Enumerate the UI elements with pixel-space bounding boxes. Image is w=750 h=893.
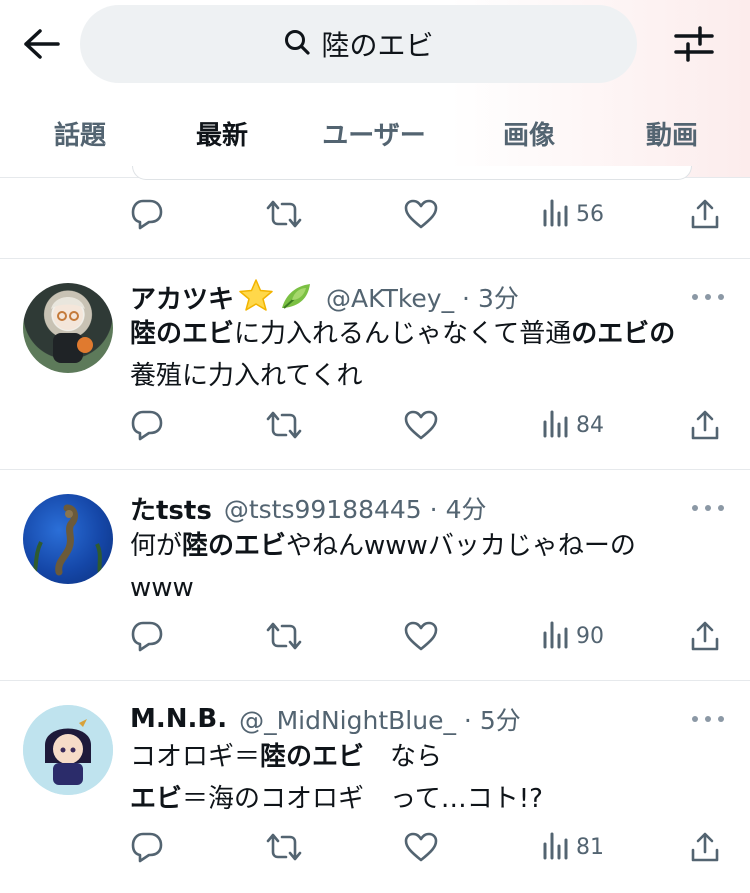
tab-users[interactable]: ユーザー — [284, 100, 464, 166]
search-icon — [283, 28, 311, 60]
share-icon[interactable] — [690, 827, 720, 867]
tweet-handle[interactable]: @AKTkey_ · 3分 — [326, 279, 519, 315]
more-icon[interactable] — [692, 498, 724, 518]
quoted-card-edge — [132, 166, 692, 180]
tweet-text-segment: ＝海のコオロギ って…コト!? — [182, 784, 543, 814]
like-icon[interactable] — [404, 616, 438, 656]
display-name[interactable]: たtsts — [130, 490, 212, 527]
highlight-keyword: エビ — [130, 784, 183, 814]
tweet-text-segment: 何が — [130, 531, 183, 561]
views-button[interactable]: 56 — [542, 194, 604, 234]
tweet-text: 何が陸のエビやねんwwwバッカじゃねーの www — [130, 525, 730, 609]
tweet-text-segment: に力入れるんじゃなくて普通 — [234, 319, 572, 349]
display-name[interactable]: M.N.B. — [130, 704, 227, 734]
search-query: 陸のエビ — [321, 29, 434, 62]
tweet-handle[interactable]: @tsts99188445 · 4分 — [224, 490, 487, 526]
reply-icon[interactable] — [130, 616, 164, 656]
filter-icon[interactable] — [670, 20, 718, 68]
tweet-item[interactable]: M.N.B. @_MidNightBlue_ · 5分 コオロギ＝陸のエビ なら… — [0, 681, 750, 893]
reply-icon[interactable] — [130, 827, 164, 867]
star-emoji-icon — [238, 278, 274, 316]
more-icon[interactable] — [692, 709, 724, 729]
share-icon[interactable] — [690, 616, 720, 656]
retweet-icon[interactable] — [265, 616, 303, 656]
avatar[interactable] — [23, 705, 113, 795]
views-count: 84 — [576, 412, 604, 438]
views-icon — [542, 830, 570, 864]
views-icon — [542, 619, 570, 653]
views-button[interactable]: 90 — [542, 616, 604, 656]
views-count: 56 — [576, 201, 604, 227]
display-name[interactable]: アカツキ — [130, 279, 234, 316]
reply-icon[interactable] — [130, 405, 164, 445]
tab-latest[interactable]: 最新 — [160, 100, 284, 174]
tweet-text-segment: なら — [364, 742, 443, 772]
tweet-actions: 84 — [130, 405, 730, 445]
like-icon[interactable] — [404, 405, 438, 445]
search-input[interactable]: 陸のエビ — [80, 5, 637, 83]
views-button[interactable]: 81 — [542, 827, 604, 867]
tweet-text-segment: 養殖に力入れてくれ — [130, 361, 363, 391]
tweet-actions: 56 — [130, 194, 730, 234]
tweet-handle[interactable]: @_MidNightBlue_ · 5分 — [239, 701, 521, 737]
header: 陸のエビ 話題 最新 ユーザー 画像 動画 — [0, 0, 750, 178]
more-icon[interactable] — [692, 287, 724, 307]
views-count: 90 — [576, 623, 604, 649]
tweet-item[interactable]: アカツキ @AKTkey_ · 3分 陸のエビに力入れるんじゃなくて普通のエビの… — [0, 259, 750, 469]
tab-images[interactable]: 画像 — [464, 100, 594, 166]
highlight-keyword: 陸のエビ — [182, 531, 287, 561]
tweet-text-segment: www — [130, 573, 194, 603]
tweet-text: コオロギ＝陸のエビ なら エビ＝海のコオロギ って…コト!? — [130, 736, 730, 820]
share-icon[interactable] — [690, 194, 720, 234]
views-icon — [542, 408, 570, 442]
tweet-text-segment: コオロギ＝ — [130, 742, 261, 772]
tab-videos[interactable]: 動画 — [594, 100, 750, 166]
tweet-text: 陸のエビに力入れるんじゃなくて普通のエビの 養殖に力入れてくれ — [130, 313, 730, 397]
highlight-keyword: 陸のエビ — [130, 319, 235, 349]
tab-trending[interactable]: 話題 — [0, 100, 160, 166]
leaf-emoji-icon — [278, 278, 314, 316]
views-button[interactable]: 84 — [542, 405, 604, 445]
tweet-item[interactable]: たtsts @tsts99188445 · 4分 何が陸のエビやねんwwwバッカ… — [0, 470, 750, 680]
avatar[interactable] — [23, 283, 113, 373]
back-arrow-icon[interactable] — [18, 24, 64, 64]
share-icon[interactable] — [690, 405, 720, 445]
retweet-icon[interactable] — [265, 194, 303, 234]
tweet-text-segment: やねんwwwバッカじゃねーの — [286, 531, 636, 561]
views-icon — [542, 197, 570, 231]
highlight-keyword: のエビの — [571, 319, 676, 349]
views-count: 81 — [576, 834, 604, 860]
avatar[interactable] — [23, 494, 113, 584]
like-icon[interactable] — [404, 194, 438, 234]
tweet-actions: 90 — [130, 616, 730, 656]
tweet-actions: 81 — [130, 827, 730, 867]
retweet-icon[interactable] — [265, 827, 303, 867]
retweet-icon[interactable] — [265, 405, 303, 445]
like-icon[interactable] — [404, 827, 438, 867]
reply-icon[interactable] — [130, 194, 164, 234]
highlight-keyword: 陸のエビ — [260, 742, 365, 772]
